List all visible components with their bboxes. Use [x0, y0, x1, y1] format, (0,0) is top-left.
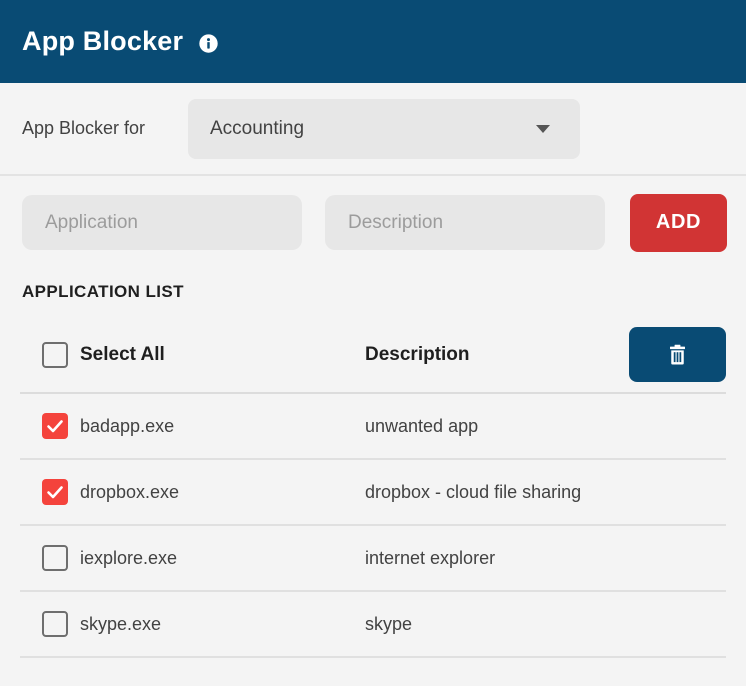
add-button[interactable]: ADD: [630, 194, 727, 252]
select-all-checkbox[interactable]: [42, 342, 68, 368]
row-description: dropbox - cloud file sharing: [365, 482, 581, 503]
table-row: dropbox.exe dropbox - cloud file sharing: [20, 460, 726, 526]
row-description: skype: [365, 614, 412, 635]
description-input[interactable]: [325, 195, 605, 250]
chevron-down-icon: [536, 125, 550, 133]
dropdown-selected-value: Accounting: [210, 118, 304, 140]
row-description: unwanted app: [365, 416, 478, 437]
filter-row: App Blocker for Accounting: [0, 83, 746, 176]
row-app-name: skype.exe: [80, 614, 161, 635]
row-checkbox[interactable]: [42, 479, 68, 505]
description-column-header: Description: [365, 344, 470, 366]
row-checkbox[interactable]: [42, 413, 68, 439]
trash-icon: [665, 342, 690, 367]
row-description: internet explorer: [365, 548, 495, 569]
application-list-heading: APPLICATION LIST: [0, 269, 746, 299]
app-header: App Blocker: [0, 0, 746, 83]
table-row: badapp.exe unwanted app: [20, 394, 726, 460]
table-header-row: Select All Description: [20, 317, 726, 394]
application-table: Select All Description: [20, 317, 726, 658]
add-form-row: ADD: [0, 176, 746, 269]
delete-selected-button[interactable]: [629, 327, 726, 382]
row-checkbox[interactable]: [42, 611, 68, 637]
group-select-dropdown[interactable]: Accounting: [188, 99, 580, 159]
row-app-name: dropbox.exe: [80, 482, 179, 503]
filter-label: App Blocker for: [22, 118, 145, 139]
application-table-body: badapp.exe unwanted app dropbox.exe drop…: [20, 394, 726, 658]
row-checkbox[interactable]: [42, 545, 68, 571]
application-input[interactable]: [22, 195, 302, 250]
info-icon[interactable]: [198, 33, 219, 54]
row-app-name: iexplore.exe: [80, 548, 177, 569]
row-app-name: badapp.exe: [80, 416, 174, 437]
table-row: iexplore.exe internet explorer: [20, 526, 726, 592]
table-row: skype.exe skype: [20, 592, 726, 658]
select-all-label: Select All: [80, 344, 165, 366]
page-title: App Blocker: [22, 26, 183, 57]
